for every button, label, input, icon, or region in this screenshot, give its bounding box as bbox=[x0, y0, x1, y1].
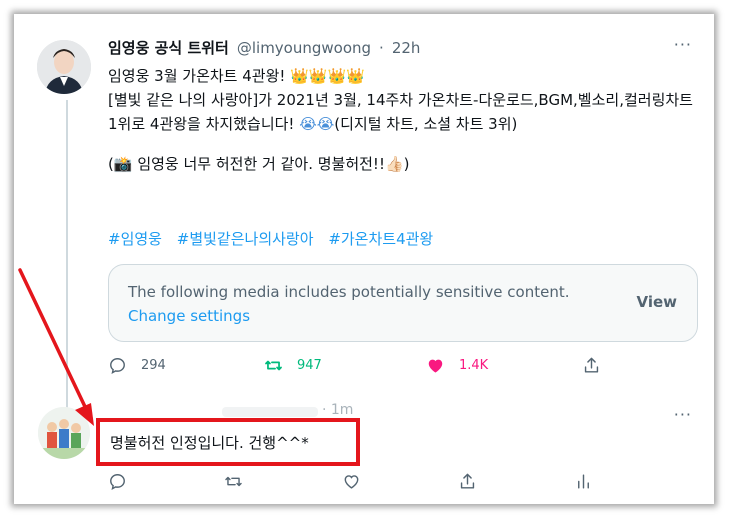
sensitive-media-notice: The following media includes potentially… bbox=[108, 264, 698, 342]
reply-header: · 1m bbox=[222, 402, 372, 419]
heart-outline-icon bbox=[344, 475, 359, 489]
tweet-actions: 294 947 1.4K bbox=[108, 356, 608, 378]
retweet-count: 947 bbox=[297, 358, 322, 373]
reply-time[interactable]: · 1m bbox=[322, 402, 353, 418]
retweet-icon bbox=[225, 476, 242, 487]
share-button[interactable] bbox=[582, 356, 601, 375]
reply-like-button[interactable] bbox=[342, 472, 361, 495]
hashtag-link[interactable]: #별빛같은나의사랑아 bbox=[177, 230, 314, 248]
camera-emoji: 📸 bbox=[113, 155, 133, 173]
screenshot-frame: 임영웅 공식 트위터 @limyoungwoong · 22h ··· 임영웅 … bbox=[14, 14, 714, 504]
retweet-icon bbox=[265, 360, 282, 371]
tweet-time[interactable]: 22h bbox=[392, 39, 421, 57]
tweet-line-2: [별빛 같은 나의 사랑아]가 2021년 3월, 14주차 가온차트-다운로드… bbox=[108, 91, 693, 133]
thumbs-up-emoji: 👍🏻 bbox=[384, 155, 404, 173]
like-button[interactable]: 1.4K bbox=[426, 356, 488, 375]
hashtag-list: #임영웅 #별빛같은나의사랑아 #가온차트4관왕 bbox=[108, 228, 443, 249]
author-name[interactable]: 임영웅 공식 트위터 bbox=[108, 37, 229, 58]
reply-count: 294 bbox=[141, 358, 166, 373]
tweet-line-3: (📸 임영웅 너무 허전한 거 같아. 명불허전!!👍🏻) bbox=[108, 155, 410, 173]
reply-reply-button[interactable] bbox=[108, 472, 127, 495]
tweet-header: 임영웅 공식 트위터 @limyoungwoong · 22h bbox=[108, 37, 420, 58]
author-handle[interactable]: @limyoungwoong bbox=[237, 39, 371, 57]
hashtag-link[interactable]: #가온차트4관왕 bbox=[328, 230, 433, 248]
reply-icon bbox=[110, 358, 125, 375]
crying-emojis: 😭😭 bbox=[299, 115, 335, 133]
heart-icon bbox=[428, 359, 443, 373]
crown-emojis: 👑👑👑👑 bbox=[290, 67, 365, 85]
view-media-button[interactable]: View bbox=[636, 293, 677, 311]
change-settings-link[interactable]: Change settings bbox=[128, 307, 250, 325]
tweet-line-1: 임영웅 3월 가온차트 4관왕! 👑👑👑👑 bbox=[108, 67, 365, 85]
reply-actions bbox=[108, 472, 628, 494]
tweet-text: 임영웅 3월 가온차트 4관왕! 👑👑👑👑 [별빛 같은 나의 사랑아]가 20… bbox=[108, 64, 698, 176]
reply-icon bbox=[110, 474, 125, 491]
reply-more-options-icon[interactable]: ··· bbox=[674, 405, 692, 424]
reply-retweet-button[interactable] bbox=[224, 472, 243, 495]
reply-text: 명불허전 인정입니다. 건행^^* bbox=[110, 434, 309, 452]
reply-analytics-button[interactable] bbox=[574, 472, 593, 495]
thread-line bbox=[66, 100, 68, 410]
analytics-icon bbox=[578, 474, 589, 489]
more-options-icon[interactable]: ··· bbox=[674, 35, 692, 54]
reply-share-button[interactable] bbox=[458, 472, 477, 495]
reply-avatar[interactable] bbox=[38, 407, 90, 459]
hidden-username bbox=[222, 407, 318, 417]
reply-button[interactable]: 294 bbox=[108, 356, 166, 375]
like-count: 1.4K bbox=[459, 358, 489, 373]
hashtag-link[interactable]: #임영웅 bbox=[108, 230, 162, 248]
author-avatar[interactable] bbox=[37, 40, 91, 94]
share-icon bbox=[460, 473, 475, 489]
separator-dot: · bbox=[379, 39, 384, 57]
media-warning-text: The following media includes potentially… bbox=[128, 283, 570, 301]
share-icon bbox=[584, 357, 599, 373]
retweet-button[interactable]: 947 bbox=[264, 356, 322, 375]
